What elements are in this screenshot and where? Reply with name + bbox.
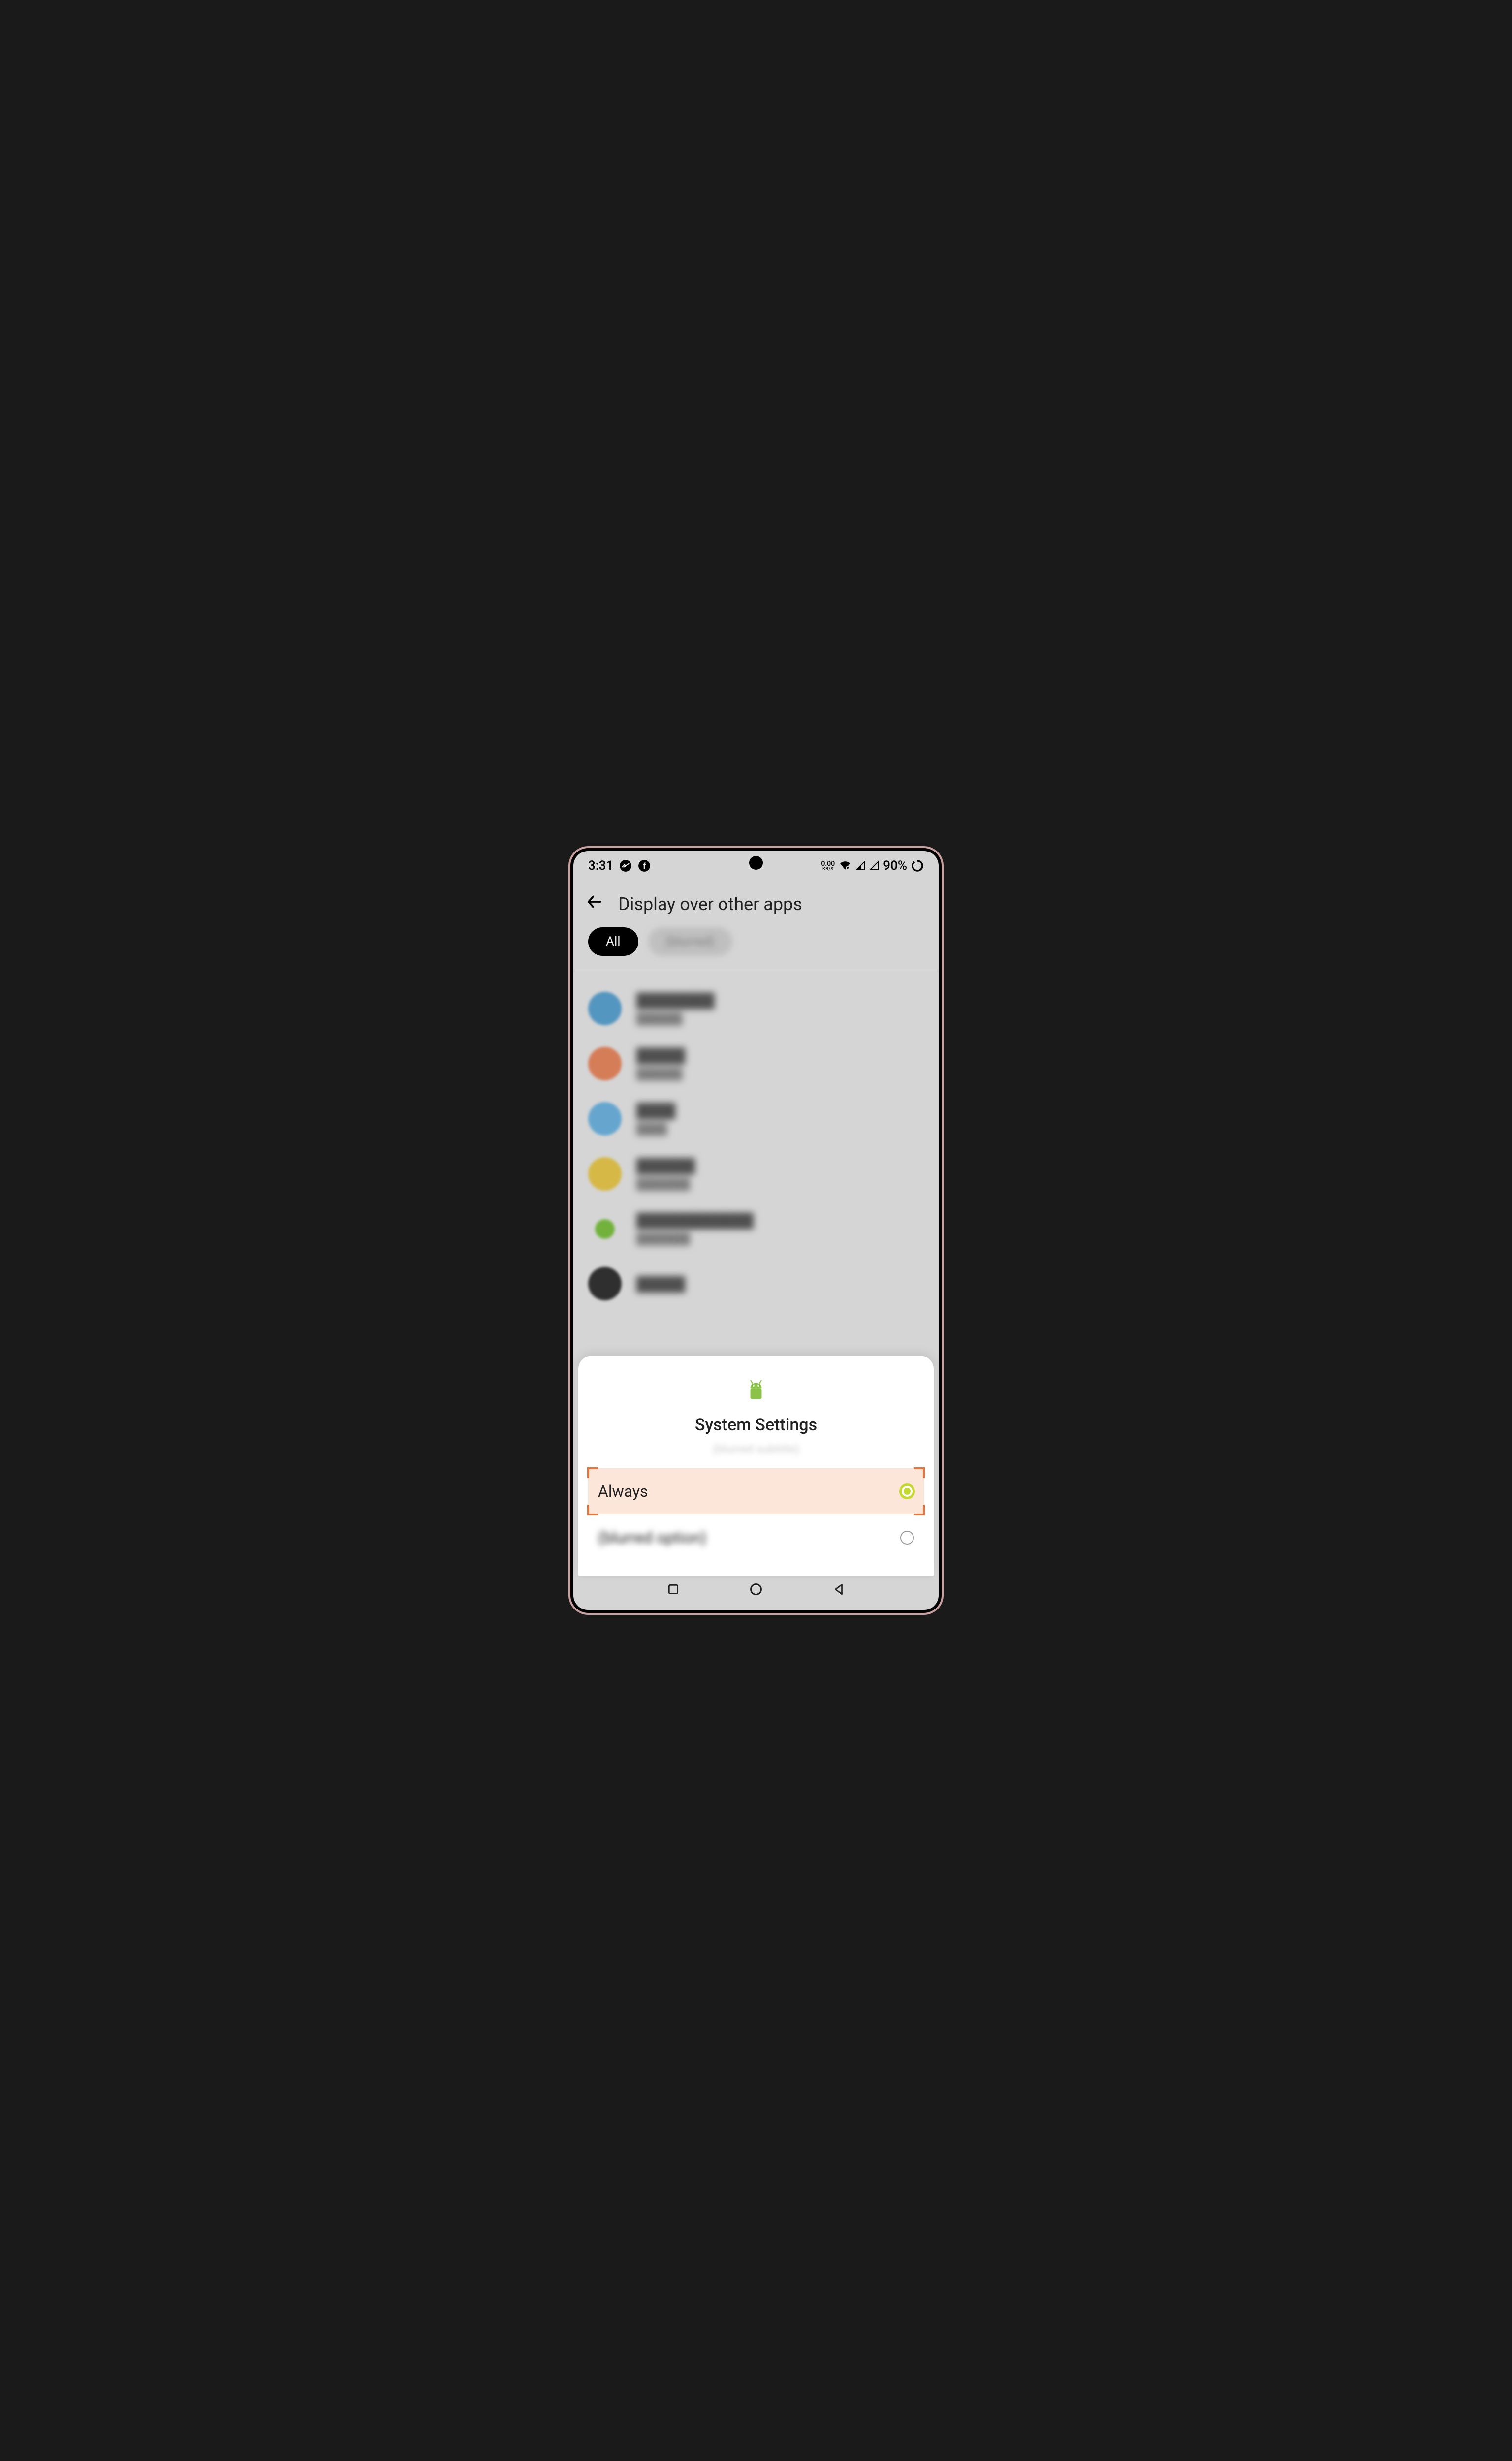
highlight-corner (914, 1467, 925, 1478)
system-nav-bar (573, 1576, 939, 1605)
highlight-corner (914, 1505, 925, 1515)
chip-other[interactable]: (blurred) (648, 927, 732, 956)
wifi-icon (839, 861, 851, 871)
page-title: Display over other apps (618, 894, 802, 915)
nav-back-icon[interactable] (832, 1583, 845, 1598)
nav-recents-icon[interactable] (667, 1583, 680, 1598)
list-item[interactable]: ████████ (588, 1091, 924, 1146)
data-speed-indicator: 0.00 KB/S (821, 860, 835, 872)
svg-text:f: f (643, 861, 646, 871)
option-label: Always (598, 1482, 648, 1501)
android-icon (588, 1380, 924, 1403)
nav-home-icon[interactable] (749, 1582, 763, 1598)
app-list: ██████████████ ███████████ ████████ ████… (573, 971, 939, 1310)
app-icon (588, 992, 622, 1025)
app-icon (588, 1047, 622, 1080)
list-item[interactable]: █████████████ (588, 1146, 924, 1201)
status-right: 0.00 KB/S 90% (821, 858, 924, 873)
phone-frame: 3:31 f 0.00 KB/S (568, 846, 944, 1615)
screen: 3:31 f 0.00 KB/S (573, 851, 939, 1610)
chip-all[interactable]: All (588, 927, 638, 956)
radio-selected-icon[interactable] (900, 1484, 914, 1498)
app-icon (588, 1102, 622, 1136)
signal-icon-2 (869, 861, 879, 871)
list-item[interactable]: █████ (588, 1256, 924, 1300)
facebook-icon: f (638, 859, 651, 872)
sheet-subtitle: (blurred subtitle) (588, 1442, 924, 1456)
page-header: Display over other apps (573, 881, 939, 927)
filter-chips: All (blurred) (573, 927, 939, 971)
app-icon (588, 1267, 622, 1300)
status-left: 3:31 f (588, 858, 651, 873)
signal-icon-1 (855, 861, 865, 871)
option-always[interactable]: Always (588, 1468, 924, 1514)
camera-cutout (749, 856, 763, 870)
messenger-icon (619, 859, 632, 872)
app-icon (595, 1219, 615, 1239)
status-time: 3:31 (588, 858, 613, 873)
list-item[interactable]: ███████████████████ (588, 1201, 924, 1256)
highlight-corner (587, 1505, 598, 1515)
bottom-sheet: System Settings (blurred subtitle) Alway… (578, 1356, 934, 1576)
option-other[interactable]: (blurred option) (588, 1514, 924, 1561)
back-icon[interactable] (586, 893, 603, 915)
highlight-corner (587, 1467, 598, 1478)
radio-unselected-icon[interactable] (900, 1531, 914, 1545)
battery-circle-icon (911, 859, 924, 872)
list-item[interactable]: ██████████████ (588, 981, 924, 1036)
battery-percentage: 90% (883, 858, 907, 873)
option-label: (blurred option) (598, 1528, 706, 1547)
list-item[interactable]: ███████████ (588, 1036, 924, 1091)
app-icon (588, 1157, 622, 1191)
sheet-title: System Settings (588, 1415, 924, 1435)
